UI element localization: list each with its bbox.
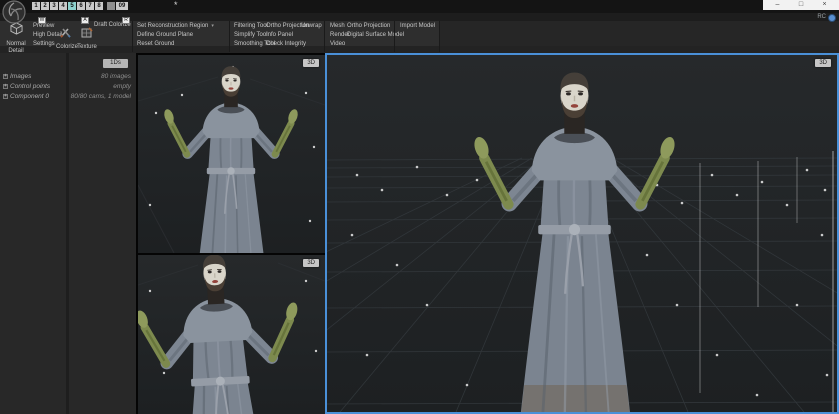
group-separator (132, 21, 133, 52)
tree-item-images[interactable]: +Images (3, 73, 31, 81)
scene-tree-panel[interactable]: 1Ds +Images 80 images +Control points em… (0, 53, 136, 414)
unwrap-button[interactable]: Unwrap (301, 22, 322, 30)
tree-item-component-0[interactable]: +Component 0 (3, 93, 49, 101)
viewport-3d-bottom[interactable]: 3D (138, 255, 325, 414)
group-separator (394, 21, 395, 52)
info-panel-button[interactable]: Info Panel (266, 31, 293, 39)
tree-item-control-points-label: Control points (10, 83, 50, 90)
colorize-label: Colorize (56, 44, 76, 51)
export-digital-surface-model-button[interactable]: Digital Surface Model (347, 31, 404, 39)
settings-button[interactable]: Settings (33, 40, 55, 48)
texture-label: Texture (77, 44, 97, 51)
expand-icon[interactable]: + (3, 94, 8, 99)
tree-item-control-points[interactable]: +Control points (3, 83, 50, 91)
account-icon[interactable] (828, 14, 836, 22)
tab-1ds[interactable]: 1Ds (103, 59, 128, 68)
scanned-figure (138, 255, 312, 414)
tree-item-images-value: 80 images (101, 73, 131, 81)
minimize-button[interactable]: – (769, 0, 787, 10)
layout-button-9[interactable] (107, 2, 115, 10)
normal-detail-label: Normal Detail (2, 41, 30, 54)
export-mesh-button[interactable]: Mesh (330, 22, 345, 30)
group-separator (229, 21, 230, 52)
group-separator (324, 21, 325, 52)
colorize-icon (60, 27, 72, 38)
viewport-type-selector[interactable]: 3D (303, 59, 319, 67)
close-button[interactable]: × (816, 0, 834, 10)
viewport-3d-main-selected[interactable]: 3D (325, 53, 839, 414)
unsaved-project-indicator: * (174, 0, 178, 10)
export-ortho-projection-button[interactable]: Ortho Projection (347, 22, 390, 30)
scanned-figure (163, 66, 300, 253)
realitycapture-window: 1 2 3 4 5 6 7 8 09 * – □ × RC WORKFLOW A… (0, 0, 839, 414)
keytip-workflow: W (38, 17, 46, 24)
layout-button-6[interactable]: 6 (77, 2, 85, 10)
tree-item-control-points-value: empty (113, 83, 131, 91)
layout-button-2[interactable]: 2 (41, 2, 49, 10)
keytip-reconstruction: R (122, 17, 130, 24)
tree-item-images-label: Images (10, 73, 31, 80)
maximize-button[interactable]: □ (792, 0, 810, 10)
chevron-down-icon: ▾ (211, 23, 214, 29)
texture-icon (81, 27, 93, 38)
layout-button-5[interactable]: 5 (68, 2, 76, 10)
layout-button-1[interactable]: 1 (32, 2, 40, 10)
layout-button-7[interactable]: 7 (86, 2, 94, 10)
set-reconstruction-region-label: Set Reconstruction Region (137, 23, 208, 29)
tree-item-component-0-label: Component 0 (10, 93, 49, 100)
colorize-button[interactable]: Colorize (56, 25, 76, 51)
define-ground-plane-button[interactable]: Define Ground Plane (137, 31, 193, 39)
rc-badge: RC (817, 14, 826, 20)
simplify-tool-button[interactable]: Simplify Tool (234, 31, 268, 39)
panel-splitter[interactable] (66, 53, 69, 414)
tree-item-component-0-value: 80/80 cams, 1 model (71, 93, 131, 101)
layout-button-4[interactable]: 4 (59, 2, 67, 10)
viewport-type-selector[interactable]: 3D (303, 259, 319, 267)
check-integrity-button[interactable]: Check Integrity (266, 40, 306, 48)
window-controls: – □ × (763, 0, 839, 10)
normal-detail-button[interactable]: Normal Detail (2, 22, 30, 45)
import-model-button[interactable]: Import Model (400, 22, 435, 30)
ribbon-group-label-strip (0, 46, 839, 53)
viewport-type-selector[interactable]: 3D (815, 59, 831, 67)
vertical-scan-lines (700, 151, 833, 412)
reset-ground-button[interactable]: Reset Ground (137, 40, 174, 48)
filtering-tool-button[interactable]: Filtering Tool (234, 22, 268, 30)
expand-icon[interactable]: + (3, 74, 8, 79)
keytip-alignment: A (81, 17, 89, 24)
group-separator (439, 21, 440, 52)
layout-button-8[interactable]: 8 (95, 2, 103, 10)
export-video-button[interactable]: Video (330, 40, 345, 48)
layout-button-09[interactable]: 09 (116, 2, 128, 10)
expand-icon[interactable]: + (3, 84, 8, 89)
set-reconstruction-region-button[interactable]: Set Reconstruction Region▾ (137, 22, 214, 30)
layout-button-3[interactable]: 3 (50, 2, 58, 10)
realitycapture-logo[interactable] (2, 0, 26, 24)
viewport-3d-top[interactable]: 3D (138, 55, 325, 253)
grid-lines (138, 263, 325, 285)
